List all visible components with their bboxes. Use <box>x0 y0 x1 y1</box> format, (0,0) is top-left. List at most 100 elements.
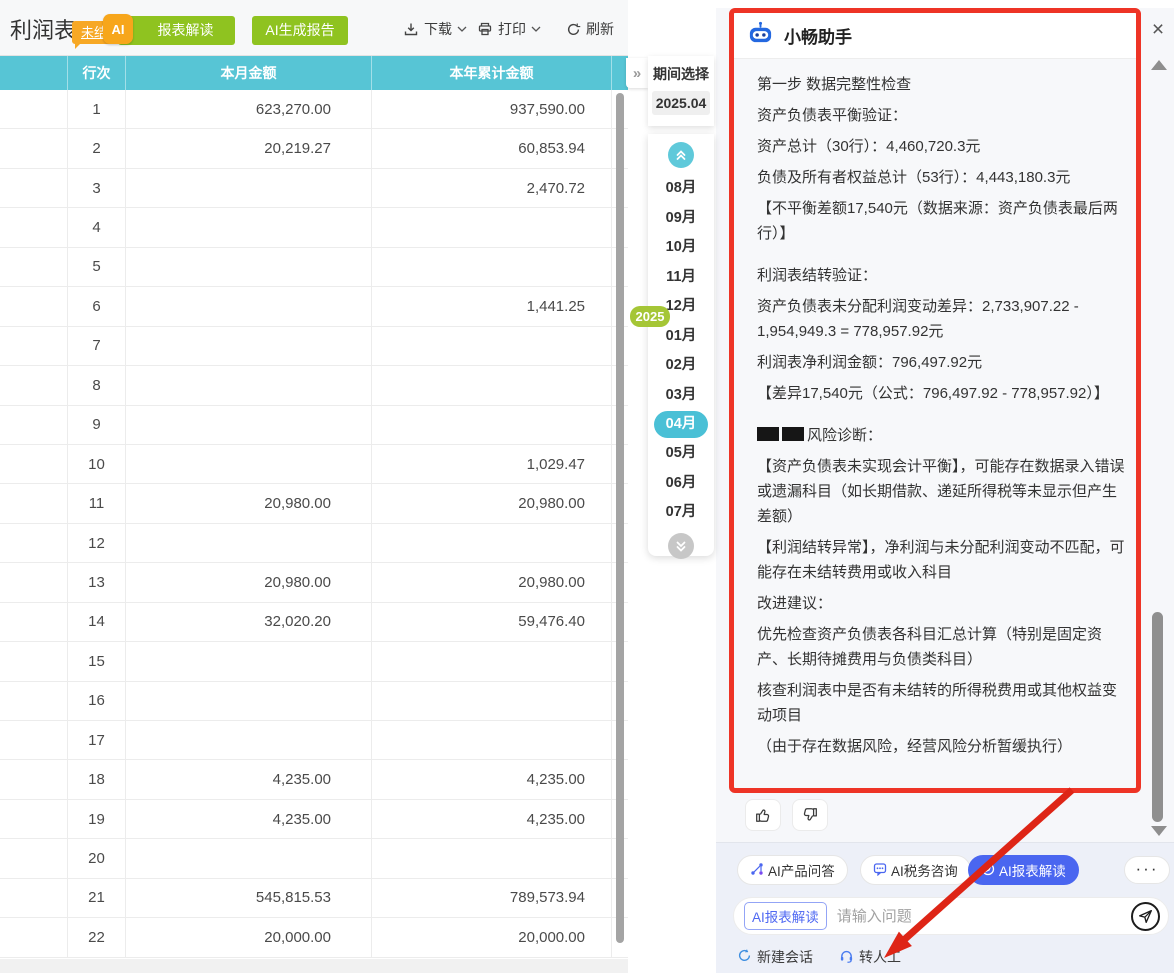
table-row[interactable]: 8 <box>0 366 628 405</box>
table-row[interactable]: 14 32,020.20 59,476.40 <box>0 603 628 642</box>
current-period-value[interactable]: 2025.04 <box>652 91 710 115</box>
close-icon[interactable]: × <box>1146 18 1170 42</box>
cell-row-number: 16 <box>68 682 126 720</box>
assistant-message: 第一步 数据完整性检查资产负债表平衡验证：资产总计（30行）：4,460,720… <box>734 59 1136 775</box>
column-header-ytd-amount: 本年累计金额 <box>372 56 612 90</box>
table-row[interactable]: 6 1,441.25 <box>0 287 628 326</box>
table-row[interactable]: 1 623,270.00 937,590.00 <box>0 90 628 129</box>
new-chat-button[interactable]: 新建会话 <box>737 947 813 967</box>
assistant-paragraph: 第一步 数据完整性检查 <box>757 72 1126 97</box>
app-window: 利润表 未结转 AI 报表解读 AI生成报告 下载 打印 刷新 行次 本月金额 … <box>0 0 1174 973</box>
cell-ytd-amount: 2,470.72 <box>372 169 612 207</box>
quick-action-ai-report-read[interactable]: AI报表解读 <box>968 855 1079 885</box>
cell-item <box>0 445 68 483</box>
month-item[interactable]: 04月 <box>654 411 708 438</box>
cell-ytd-amount: 20,000.00 <box>372 918 612 956</box>
ai-assistant-icon[interactable]: AI <box>103 14 133 44</box>
month-item[interactable]: 10月 <box>654 233 708 263</box>
cell-month-amount: 20,000.00 <box>126 918 372 956</box>
refresh-button[interactable]: 刷新 <box>566 19 614 39</box>
cell-item <box>0 524 68 562</box>
cell-item <box>0 918 68 956</box>
table-row[interactable]: 9 <box>0 406 628 445</box>
cell-row-number: 10 <box>68 445 126 483</box>
thumbs-down-button[interactable] <box>792 799 828 831</box>
panel-scroll-down-icon[interactable] <box>1151 826 1167 836</box>
report-toolbar: 利润表 未结转 AI 报表解读 AI生成报告 下载 打印 刷新 <box>0 0 628 56</box>
month-item[interactable]: 02月 <box>654 351 708 381</box>
print-button[interactable]: 打印 <box>477 19 541 39</box>
table-row[interactable]: 15 <box>0 642 628 681</box>
assistant-paragraph: 改进建议： <box>757 591 1126 616</box>
assistant-footer-links: 新建会话 转人工 <box>737 947 901 967</box>
quick-action-label: AI产品问答 <box>768 860 835 880</box>
table-row[interactable]: 17 <box>0 721 628 760</box>
cell-item <box>0 879 68 917</box>
month-items: 08月09月10月11月12月01月02月03月04月05月06月07月 <box>654 174 708 528</box>
chat-input[interactable] <box>837 908 1124 925</box>
transfer-human-button[interactable]: 转人工 <box>839 947 901 967</box>
thumbs-up-button[interactable] <box>745 799 781 831</box>
period-selector-title: 期间选择 <box>648 64 714 84</box>
quick-action-ai-product-qa[interactable]: AI产品问答 <box>737 855 848 885</box>
table-row[interactable]: 7 <box>0 327 628 366</box>
table-row[interactable]: 11 20,980.00 20,980.00 <box>0 484 628 523</box>
new-chat-label: 新建会话 <box>757 947 813 967</box>
ai-generate-report-button[interactable]: AI生成报告 <box>252 16 348 45</box>
table-row[interactable]: 18 4,235.00 4,235.00 <box>0 760 628 799</box>
cell-ytd-amount <box>372 406 612 444</box>
table-row[interactable]: 20 <box>0 839 628 878</box>
table-row[interactable]: 21 545,815.53 789,573.94 <box>0 879 628 918</box>
table-row[interactable]: 5 <box>0 248 628 287</box>
table-body: 1 623,270.00 937,590.00 2 20,219.27 60,8… <box>0 90 628 958</box>
table-row[interactable]: 16 <box>0 682 628 721</box>
scroll-months-down-icon[interactable] <box>668 533 694 559</box>
cell-month-amount <box>126 287 372 325</box>
cell-item <box>0 208 68 246</box>
quick-action-ai-tax-consult[interactable]: AI税务咨询 <box>860 855 971 885</box>
table-row[interactable]: 3 2,470.72 <box>0 169 628 208</box>
download-button[interactable]: 下载 <box>403 19 467 39</box>
month-item[interactable]: 09月 <box>654 204 708 234</box>
cell-row-number: 22 <box>68 918 126 956</box>
month-item[interactable]: 08月 <box>654 174 708 204</box>
month-item[interactable]: 07月 <box>654 498 708 528</box>
cell-item <box>0 169 68 207</box>
input-mode-chip[interactable]: AI报表解读 <box>744 902 827 930</box>
table-vertical-scrollbar[interactable] <box>616 93 624 943</box>
cell-month-amount: 20,980.00 <box>126 563 372 601</box>
chat-input-box[interactable]: AI报表解读 <box>733 897 1169 935</box>
chat-icon <box>873 862 887 879</box>
column-header-month-amount: 本月金额 <box>126 56 372 90</box>
table-row[interactable]: 4 <box>0 208 628 247</box>
cell-row-number: 14 <box>68 603 126 641</box>
month-item[interactable]: 03月 <box>654 381 708 411</box>
send-button[interactable] <box>1131 902 1160 931</box>
cell-ytd-amount <box>372 327 612 365</box>
panel-scrollbar[interactable] <box>1152 612 1163 822</box>
cell-month-amount <box>126 366 372 404</box>
table-row[interactable]: 12 <box>0 524 628 563</box>
table-row[interactable]: 22 20,000.00 20,000.00 <box>0 918 628 957</box>
cell-month-amount <box>126 327 372 365</box>
table-row[interactable]: 2 20,219.27 60,853.94 <box>0 129 628 168</box>
cell-item <box>0 406 68 444</box>
month-item[interactable]: 11月 <box>654 263 708 293</box>
scroll-months-up-icon[interactable] <box>668 142 694 168</box>
ai-report-read-button[interactable]: 报表解读 <box>118 16 235 45</box>
table-row[interactable]: 10 1,029.47 <box>0 445 628 484</box>
cell-item <box>0 642 68 680</box>
table-row[interactable]: 19 4,235.00 4,235.00 <box>0 800 628 839</box>
month-item[interactable]: 06月 <box>654 469 708 499</box>
cell-month-amount: 4,235.00 <box>126 760 372 798</box>
year-badge: 2025 <box>630 306 670 327</box>
cell-month-amount <box>126 445 372 483</box>
month-item[interactable]: 05月 <box>654 439 708 469</box>
table-horizontal-scrollbar[interactable] <box>0 959 628 973</box>
collapse-period-panel-icon[interactable]: » <box>626 58 648 88</box>
cell-row-number: 9 <box>68 406 126 444</box>
panel-scroll-up-icon[interactable] <box>1151 60 1167 70</box>
assistant-paragraph: 利润表结转验证： <box>757 263 1126 288</box>
table-row[interactable]: 13 20,980.00 20,980.00 <box>0 563 628 602</box>
more-actions-button[interactable]: ··· <box>1124 856 1170 884</box>
